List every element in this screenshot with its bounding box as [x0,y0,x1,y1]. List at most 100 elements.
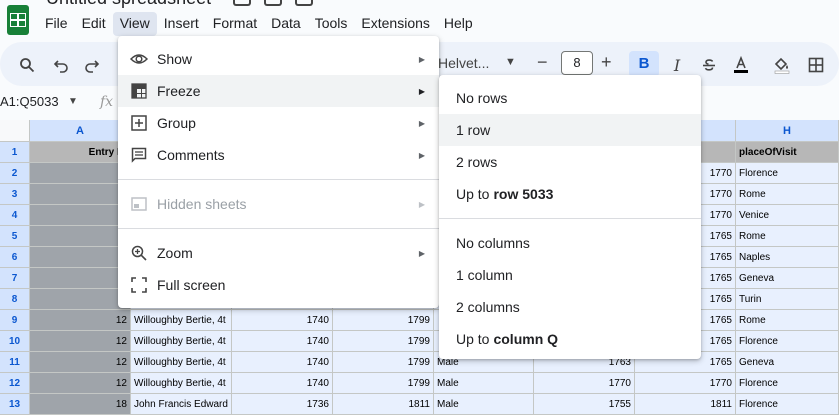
cell-h[interactable]: Geneva [736,352,839,373]
cell-d[interactable]: 1799 [333,352,434,373]
name-box[interactable]: A1:Q5033 [0,94,59,109]
view-menu-show[interactable]: Show ▶ [118,43,439,75]
cell-b[interactable]: Willoughby Bertie, 4t [131,352,232,373]
italic-button[interactable]: I [667,55,687,75]
row-header[interactable]: 11 [0,352,30,373]
cell-d[interactable]: 1799 [333,310,434,331]
cell-h[interactable]: Florence [736,163,839,184]
row-header[interactable]: 6 [0,247,30,268]
freeze-up-to-column[interactable]: Up to column Q [439,323,701,355]
cell-b[interactable]: Willoughby Bertie, 4t [131,310,232,331]
cell-d[interactable]: 1799 [333,331,434,352]
row-header[interactable]: 10 [0,331,30,352]
select-all-corner[interactable] [0,120,30,142]
menu-file[interactable]: File [38,12,75,36]
star-icon[interactable] [233,0,251,6]
cell-h[interactable]: Rome [736,226,839,247]
row-header[interactable]: 13 [0,394,30,415]
cell-b[interactable]: Willoughby Bertie, 4t [131,331,232,352]
row-header[interactable]: 1 [0,142,30,163]
cell-a[interactable] [30,268,131,289]
cell-a[interactable]: 12 [30,310,131,331]
column-header-h[interactable]: H [736,120,839,142]
freeze-2-columns[interactable]: 2 columns [439,291,701,323]
cell-a[interactable] [30,163,131,184]
document-title[interactable]: Untitled spreadsheet [46,0,211,9]
cell-a[interactable] [30,247,131,268]
sheets-logo[interactable] [7,5,29,35]
cell-b[interactable]: John Francis Edward [131,394,232,415]
cell-c[interactable]: 1740 [232,352,333,373]
freeze-no-rows[interactable]: No rows [439,82,701,114]
row-header[interactable]: 12 [0,373,30,394]
cell-h[interactable]: Naples [736,247,839,268]
cell-a[interactable]: 12 [30,373,131,394]
cell-b[interactable]: Willoughby Bertie, 4t [131,373,232,394]
cell-a[interactable]: 18 [30,394,131,415]
cell-h[interactable]: Geneva [736,268,839,289]
name-box-dropdown-icon[interactable]: ▼ [68,96,78,107]
cell-f[interactable]: 1755 [534,394,635,415]
cell-a[interactable] [30,226,131,247]
freeze-2-rows[interactable]: 2 rows [439,146,701,178]
cell-a[interactable]: 12 [30,352,131,373]
cell-d[interactable]: 1811 [333,394,434,415]
cell-a[interactable]: Entry ID [30,142,131,163]
menu-tools[interactable]: Tools [308,12,355,36]
cell-e[interactable]: Male [434,373,534,394]
bold-button[interactable]: B [629,51,659,77]
increase-font-size-button[interactable]: + [601,52,612,73]
cell-c[interactable]: 1740 [232,373,333,394]
cell-a[interactable] [30,289,131,310]
freeze-1-column[interactable]: 1 column [439,259,701,291]
menu-edit[interactable]: Edit [75,12,113,36]
column-header-a[interactable]: A [30,120,131,142]
row-header[interactable]: 3 [0,184,30,205]
row-header[interactable]: 9 [0,310,30,331]
cell-c[interactable]: 1740 [232,310,333,331]
menu-view[interactable]: View [112,12,157,36]
menu-format[interactable]: Format [206,12,264,36]
cell-h[interactable]: Venice [736,205,839,226]
cell-e[interactable]: Male [434,394,534,415]
freeze-1-row[interactable]: 1 row [439,114,701,146]
row-header[interactable]: 5 [0,226,30,247]
borders-icon[interactable] [806,55,826,75]
cell-a[interactable] [30,205,131,226]
cell-g[interactable]: 1770 [635,373,736,394]
undo-icon[interactable] [51,55,71,75]
cell-h[interactable]: Florence [736,373,839,394]
cell-a[interactable] [30,184,131,205]
font-family-select[interactable]: Helvet... [438,55,489,71]
cell-h[interactable]: Florence [736,331,839,352]
cell-h[interactable]: Rome [736,184,839,205]
move-icon[interactable] [264,0,282,6]
font-size-input[interactable]: 8 [561,51,593,75]
search-icon[interactable] [17,55,37,75]
menu-help[interactable]: Help [437,12,480,36]
cell-c[interactable]: 1736 [232,394,333,415]
cloud-status-icon[interactable] [295,0,313,6]
cell-h[interactable]: Florence [736,394,839,415]
redo-icon[interactable] [82,55,102,75]
menu-extensions[interactable]: Extensions [354,12,436,36]
view-menu-full-screen[interactable]: Full screen [118,269,439,301]
cell-h[interactable]: placeOfVisit [736,142,839,163]
text-color-icon[interactable] [731,55,751,75]
view-menu-comments[interactable]: Comments ▶ [118,139,439,171]
view-menu-freeze[interactable]: Freeze ▶ [118,75,439,107]
cell-c[interactable]: 1740 [232,331,333,352]
freeze-no-columns[interactable]: No columns [439,227,701,259]
cell-d[interactable]: 1799 [333,373,434,394]
freeze-up-to-row[interactable]: Up to row 5033 [439,178,701,210]
view-menu-zoom[interactable]: Zoom ▶ [118,237,439,269]
menu-data[interactable]: Data [264,12,308,36]
cell-f[interactable]: 1770 [534,373,635,394]
row-header[interactable]: 7 [0,268,30,289]
font-dropdown-icon[interactable]: ▼ [505,56,516,68]
cell-a[interactable]: 12 [30,331,131,352]
row-header[interactable]: 8 [0,289,30,310]
menu-insert[interactable]: Insert [157,12,206,36]
cell-g[interactable]: 1811 [635,394,736,415]
fill-color-icon[interactable] [772,55,792,75]
